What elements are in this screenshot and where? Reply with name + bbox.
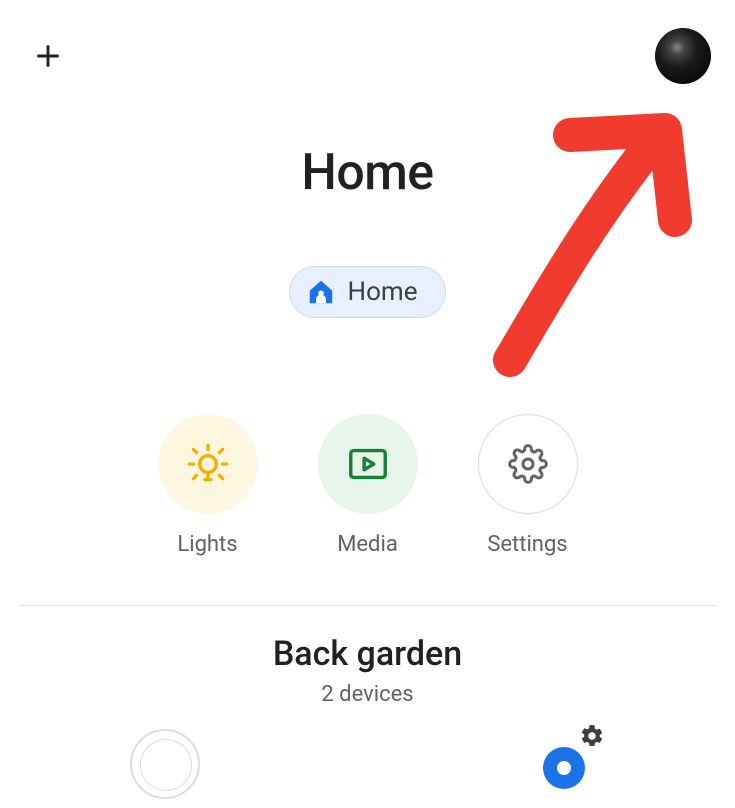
room-device-count: 2 devices [0,682,735,707]
gear-icon [579,723,605,753]
section-divider [18,605,717,606]
settings-label: Settings [487,532,567,557]
media-action[interactable]: Media [318,414,418,557]
room-title: Back garden [0,634,735,674]
lights-action[interactable]: Lights [158,414,258,557]
lightbulb-icon [158,414,258,514]
gear-icon [478,414,578,514]
home-selector-chip[interactable]: Home [289,266,447,318]
page-title: Home [0,144,735,202]
device-tile-thermostat[interactable] [130,729,200,799]
settings-action[interactable]: Settings [478,414,578,557]
lights-label: Lights [177,532,237,557]
add-button[interactable] [28,36,68,76]
play-video-icon [318,414,418,514]
account-avatar[interactable] [655,28,711,84]
device-tile-camera[interactable] [535,729,605,779]
plus-icon [32,40,64,72]
media-label: Media [337,532,398,557]
home-chip-label: Home [348,277,418,307]
home-icon [306,277,336,307]
camera-icon [543,747,585,789]
